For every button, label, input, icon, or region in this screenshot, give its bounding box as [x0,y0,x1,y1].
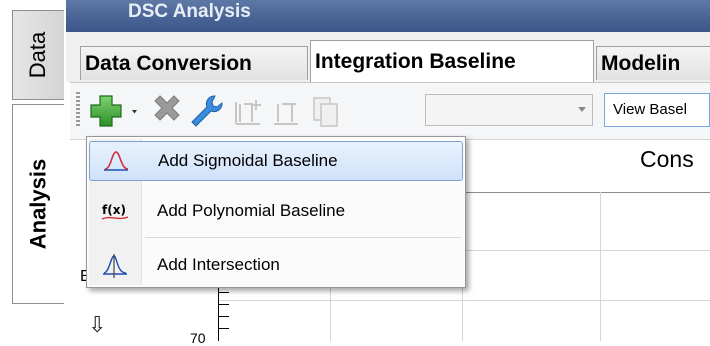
delete-icon [154,95,180,121]
side-tab-analysis[interactable]: Analysis [12,104,64,304]
baseline-end-icon [274,103,298,125]
copy-icon [313,97,338,127]
toolbar-grip[interactable] [76,92,80,126]
svg-text:f(x): f(x) [102,203,126,217]
y-tick-label: 70 [190,330,206,346]
tab-modeling[interactable]: Modelin [596,46,710,80]
tab-integration-baseline-label: Integration Baseline [315,49,516,73]
y-axis-tick [219,292,229,293]
intersection-icon [89,252,141,278]
window-title: DSC Analysis [128,1,251,22]
menu-item-label: Add Intersection [157,255,280,274]
grid-line [218,300,710,301]
delete-button[interactable] [148,92,186,130]
y-axis-tick [219,328,229,329]
grid-line [600,192,601,341]
tab-data-conversion-label: Data Conversion [85,51,252,75]
settings-button[interactable] [186,92,226,130]
add-icon [90,95,137,127]
baseline-end-button[interactable] [268,92,308,130]
baseline-start-icon [235,100,261,125]
chevron-down-icon [132,110,137,114]
baseline-start-button[interactable] [230,92,270,130]
tab-modeling-label: Modelin [601,51,681,75]
baseline-combo[interactable] [425,94,593,126]
menu-item-add-sigmoidal-baseline[interactable]: Add Sigmoidal Baseline [89,141,463,181]
graph-title: Cons [640,146,694,172]
sigmoid-icon [90,149,142,173]
down-arrow-icon[interactable]: ⇩ [88,312,106,338]
wrench-icon [191,95,223,127]
tab-integration-baseline[interactable]: Integration Baseline [310,40,594,82]
side-tab-data[interactable]: Data [12,10,64,100]
y-axis-tick [219,304,229,305]
menu-item-label: Add Sigmoidal Baseline [158,151,338,170]
y-axis [218,285,219,341]
menu-item-add-intersection[interactable]: Add Intersection [89,245,463,285]
view-baseline-button[interactable]: View Basel [604,93,710,127]
side-tab-analysis-label: Analysis [25,158,51,250]
add-baseline-button[interactable] [86,90,148,132]
menu-item-label: Add Polynomial Baseline [157,201,346,220]
copy-button[interactable] [306,92,346,130]
window-title-bar: DSC Analysis [66,0,710,32]
tab-data-conversion[interactable]: Data Conversion [80,46,308,80]
side-tab-data-label: Data [25,31,51,79]
menu-item-add-polynomial-baseline[interactable]: f(x) Add Polynomial Baseline [89,191,463,231]
fx-icon: f(x) [89,199,141,223]
chevron-down-icon [578,107,586,112]
view-baseline-label: View Basel [613,101,687,118]
add-baseline-menu: Add Sigmoidal Baseline f(x) Add Polynomi… [86,136,466,288]
y-axis-tick [219,316,229,317]
menu-separator [145,237,461,238]
